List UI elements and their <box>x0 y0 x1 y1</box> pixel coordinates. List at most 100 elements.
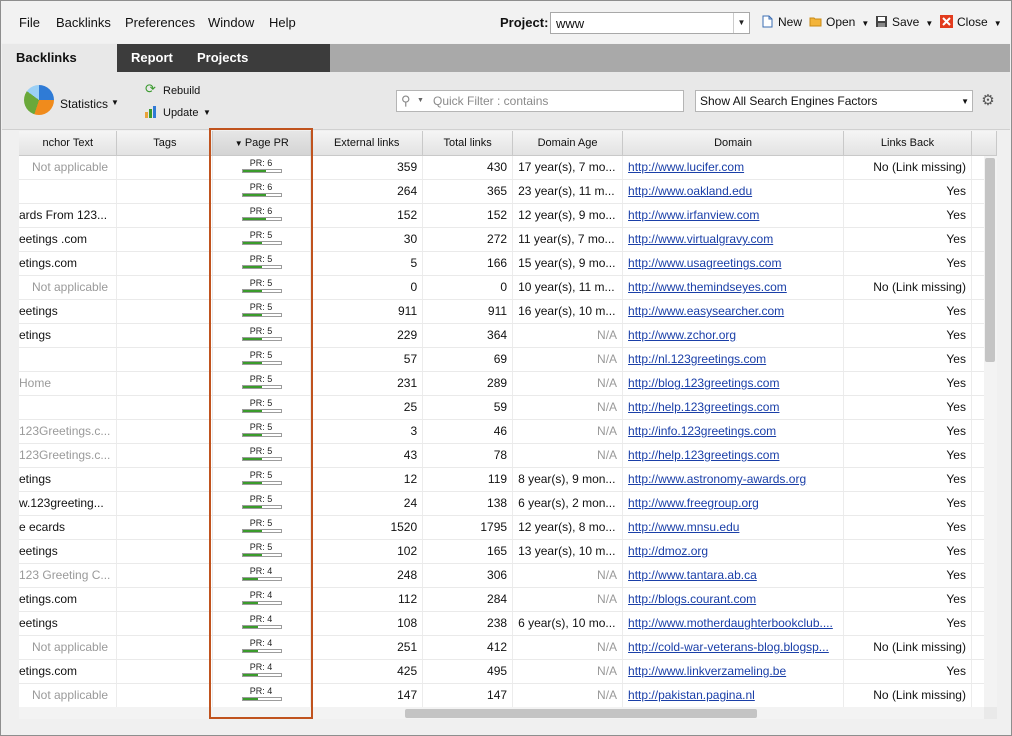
menu-backlinks[interactable]: Backlinks <box>56 15 111 30</box>
close-dropdown-icon[interactable]: ▼ <box>994 19 1002 28</box>
quick-filter-input[interactable] <box>431 92 679 110</box>
menu-preferences[interactable]: Preferences <box>125 15 195 30</box>
menu-window[interactable]: Window <box>208 15 254 30</box>
domain-link[interactable]: http://www.astronomy-awards.org <box>628 472 806 486</box>
statistics-button[interactable]: Statistics <box>60 97 108 111</box>
table-row[interactable]: etings.com PR: 5 5 166 15 year(s), 9 mo... ht… <box>19 251 997 276</box>
table-row[interactable]: Not applicable PR: 6 359 430 17 year(s), 7 m… <box>19 155 997 180</box>
domain-link[interactable]: http://www.irfanview.com <box>628 208 759 222</box>
domain-link[interactable]: http://www.oakland.edu <box>628 184 752 198</box>
external-links-cell: 57 <box>310 347 424 372</box>
column-links-back[interactable]: Links Back <box>843 131 972 156</box>
search-icon[interactable]: ⚲ <box>401 93 411 109</box>
column-domain-age[interactable]: Domain Age <box>512 131 624 156</box>
table-row[interactable]: eetings .com PR: 5 30 272 11 year(s), 7 mo..… <box>19 227 997 252</box>
table-row[interactable]: eetings PR: 4 108 238 6 year(s), 10 mo... htt… <box>19 611 997 636</box>
save-button[interactable]: Save ▼ <box>875 15 933 29</box>
domain-link[interactable]: http://www.lucifer.com <box>628 160 744 174</box>
rebuild-button[interactable]: Rebuild <box>163 85 200 97</box>
table-row[interactable]: Home PR: 5 231 289 N/A http://blog.123greetin… <box>19 371 997 396</box>
domain-link[interactable]: http://www.tantara.ab.ca <box>628 568 757 582</box>
anchor-text-cell: etings.com <box>19 587 118 612</box>
gear-icon[interactable]: ⚙ <box>979 91 997 111</box>
external-links-cell: 152 <box>310 203 424 228</box>
domain-link[interactable]: http://www.themindseyes.com <box>628 280 787 294</box>
domain-link[interactable]: http://www.zchor.org <box>628 328 736 342</box>
project-select[interactable]: www ▼ <box>550 12 750 34</box>
domain-link[interactable]: http://www.freegroup.org <box>628 496 759 510</box>
vertical-scroll-thumb[interactable] <box>985 158 995 362</box>
filter-mode-dropdown-icon[interactable]: ▼ <box>417 97 424 104</box>
domain-link[interactable]: http://www.linkverzameling.be <box>628 664 786 678</box>
domain-cell: http://www.linkverzameling.be <box>622 659 845 684</box>
update-button[interactable]: Update <box>163 107 198 119</box>
factors-select[interactable]: Show All Search Engines Factors ▼ <box>695 90 973 112</box>
domain-link[interactable]: http://www.mnsu.edu <box>628 520 739 534</box>
domain-link[interactable]: http://pakistan.pagina.nl <box>628 688 755 702</box>
table-row[interactable]: Not applicable PR: 4 251 412 N/A http://cold-… <box>19 635 997 660</box>
statistics-pie-icon[interactable] <box>24 85 54 115</box>
external-links-cell: 359 <box>310 155 424 180</box>
domain-link[interactable]: http://help.123greetings.com <box>628 448 779 462</box>
table-row[interactable]: etings.com PR: 4 425 495 N/A http://www.linkv… <box>19 659 997 684</box>
domain-link[interactable]: http://www.usagreetings.com <box>628 256 781 270</box>
table-row[interactable]: etings PR: 5 12 119 8 year(s), 9 mon... http:… <box>19 467 997 492</box>
domain-link[interactable]: http://www.easysearcher.com <box>628 304 784 318</box>
table-row[interactable]: Not applicable PR: 4 147 147 N/A http://pakis… <box>19 683 997 707</box>
menu-help[interactable]: Help <box>269 15 296 30</box>
column-anchor-text[interactable]: nchor Text <box>19 131 118 156</box>
table-row[interactable]: ards From 123... PR: 6 152 152 12 year(s), 9… <box>19 203 997 228</box>
anchor-text-cell: Home <box>19 371 118 396</box>
horizontal-scroll-thumb[interactable] <box>405 709 757 718</box>
column-domain[interactable]: Domain <box>622 131 845 156</box>
table-row[interactable]: PR: 5 57 69 N/A http://nl.123greetings.com Ye… <box>19 347 997 372</box>
update-dropdown-icon[interactable]: ▼ <box>203 108 211 117</box>
table-row[interactable]: PR: 6 264 365 23 year(s), 11 m... http://www… <box>19 179 997 204</box>
column-total-links[interactable]: Total links <box>422 131 514 156</box>
domain-cell: http://info.123greetings.com <box>622 419 845 444</box>
links-back-cell: Yes <box>843 323 972 348</box>
project-value: www <box>556 16 585 31</box>
domain-link[interactable]: http://www.motherdaughterbookclub.... <box>628 616 833 630</box>
table-row[interactable]: PR: 5 25 59 N/A http://help.123greetings.com… <box>19 395 997 420</box>
table-row[interactable]: eetings PR: 5 911 911 16 year(s), 10 m... htt… <box>19 299 997 324</box>
table-row[interactable]: w.123greeting... PR: 5 24 138 6 year(s), 2 m… <box>19 491 997 516</box>
tab-report[interactable]: Report <box>117 44 183 72</box>
menu-file[interactable]: File <box>19 15 40 30</box>
domain-link[interactable]: http://nl.123greetings.com <box>628 352 766 366</box>
table-row[interactable]: eetings PR: 5 102 165 13 year(s), 10 m... htt… <box>19 539 997 564</box>
domain-link[interactable]: http://blogs.courant.com <box>628 592 756 606</box>
table-row[interactable]: e ecards PR: 5 1520 1795 12 year(s), 8 mo...… <box>19 515 997 540</box>
new-button[interactable]: New <box>761 15 802 29</box>
table-row[interactable]: 123Greetings.c... PR: 5 3 46 N/A http://info.… <box>19 419 997 444</box>
statistics-dropdown-icon[interactable]: ▼ <box>111 98 119 107</box>
domain-link[interactable]: http://help.123greetings.com <box>628 400 779 414</box>
domain-link[interactable]: http://www.virtualgravy.com <box>628 232 773 246</box>
close-icon <box>940 15 953 28</box>
close-button[interactable]: Close ▼ <box>940 15 1002 29</box>
domain-link[interactable]: http://dmoz.org <box>628 544 708 558</box>
domain-age-cell: 6 year(s), 10 mo... <box>512 611 624 636</box>
table-row[interactable]: 123Greetings.c... PR: 5 43 78 N/A http://help… <box>19 443 997 468</box>
total-links-cell: 495 <box>422 659 514 684</box>
chevron-down-icon[interactable]: ▼ <box>961 97 969 106</box>
domain-link[interactable]: http://cold-war-veterans-blog.blogsp... <box>628 640 829 654</box>
table-row[interactable]: etings PR: 5 229 364 N/A http://www.zchor.org… <box>19 323 997 348</box>
table-row[interactable]: etings.com PR: 4 112 284 N/A http://blogs.cou… <box>19 587 997 612</box>
new-file-icon <box>762 15 773 28</box>
save-dropdown-icon[interactable]: ▼ <box>925 19 933 28</box>
quick-filter[interactable]: ⚲ ▼ <box>396 90 684 112</box>
open-button[interactable]: Open ▼ <box>809 15 869 29</box>
tab-backlinks-data[interactable]: Backlinks Data <box>2 44 117 93</box>
domain-link[interactable]: http://blog.123greetings.com <box>628 376 779 390</box>
table-row[interactable]: 123 Greeting C... PR: 4 248 306 N/A http://ww… <box>19 563 997 588</box>
table-row[interactable]: Not applicable PR: 5 0 0 10 year(s), 11 m...… <box>19 275 997 300</box>
rebuild-icon[interactable]: ⟳ <box>145 82 157 95</box>
update-chart-icon[interactable] <box>144 106 158 118</box>
column-external-links[interactable]: External links <box>310 131 424 156</box>
open-dropdown-icon[interactable]: ▼ <box>861 19 869 28</box>
column-tags[interactable]: Tags <box>116 131 214 156</box>
tab-projects-comparison[interactable]: Projects Comparison <box>183 44 330 93</box>
domain-link[interactable]: http://info.123greetings.com <box>628 424 776 438</box>
chevron-down-icon[interactable]: ▼ <box>733 13 749 33</box>
